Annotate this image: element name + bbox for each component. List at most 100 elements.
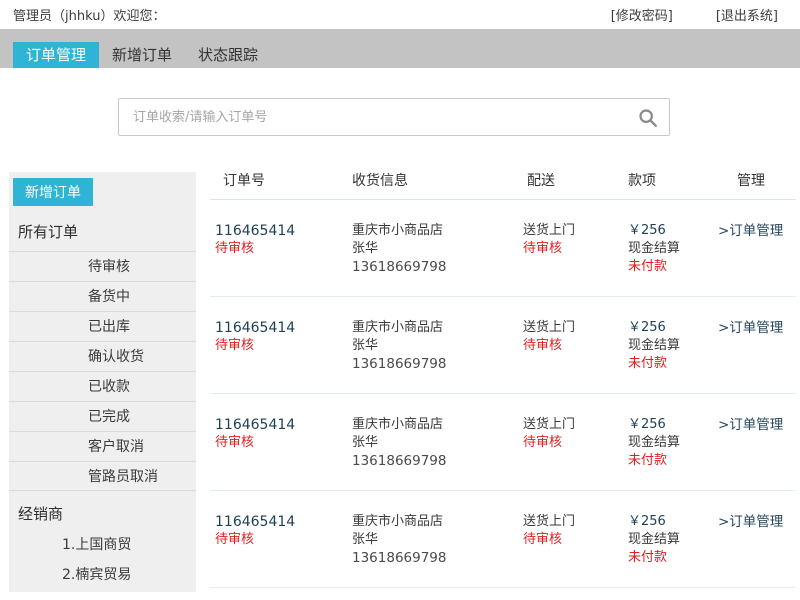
order-status-list: 待审核 备货中 已出库 确认收货 已收款 已完成 客户取消 管路员取消 (9, 251, 196, 491)
delivery-method: 送货上门 (523, 513, 620, 531)
tab-bar: 订单管理 新增订单 状态跟踪 (0, 29, 800, 68)
header-shipping-info: 收货信息 (347, 170, 518, 199)
contact-name: 张华 (352, 531, 518, 549)
dealers-heading: 经销商 (18, 503, 196, 524)
delivery-cell: 送货上门 待审核 (518, 513, 620, 587)
delivery-cell: 送货上门 待审核 (518, 416, 620, 490)
change-password-link[interactable]: [修改密码] (611, 5, 673, 24)
sidebar: 新增订单 所有订单 待审核 备货中 已出库 确认收货 已收款 已完成 客户取消 … (9, 172, 196, 592)
status-item-admin-cancelled[interactable]: 管路员取消 (9, 461, 196, 491)
payment-status-badge: 未付款 (628, 355, 710, 373)
order-number: 116465414 (215, 319, 347, 337)
payment-method: 现金结算 (628, 337, 710, 355)
payment-cell: ￥256 现金结算 未付款 (620, 513, 710, 587)
order-number-cell: 116465414 待审核 (210, 416, 347, 490)
dealer-item-2[interactable]: 2.楠宾贸易 (9, 560, 196, 590)
order-number: 116465414 (215, 416, 347, 434)
payment-cell: ￥256 现金结算 未付款 (620, 416, 710, 490)
order-amount: ￥256 (628, 513, 710, 531)
top-bar: 管理员（jhhku）欢迎您： [修改密码] [退出系统] (0, 0, 800, 29)
delivery-status-badge: 待审核 (523, 531, 620, 549)
shipping-info-cell: 重庆市小商品店 张华 13618669798 (347, 416, 518, 490)
search-box (118, 98, 670, 136)
delivery-status-badge: 待审核 (523, 434, 620, 452)
manage-order-link[interactable]: >订单管理 (718, 514, 783, 530)
manage-cell: >订单管理 (710, 416, 796, 490)
tab-new-order[interactable]: 新增订单 (99, 42, 185, 68)
delivery-status-badge: 待审核 (523, 337, 620, 355)
shop-name: 重庆市小商品店 (352, 513, 518, 531)
header-order-number: 订单号 (210, 170, 347, 199)
shipping-info-cell: 重庆市小商品店 张华 13618669798 (347, 319, 518, 393)
order-number-cell: 116465414 待审核 (210, 513, 347, 587)
status-item-customer-cancelled[interactable]: 客户取消 (9, 431, 196, 461)
order-number: 116465414 (215, 513, 347, 531)
dealer-list: 1.上国商贸 2.楠宾贸易 (9, 530, 196, 590)
manage-cell: >订单管理 (710, 319, 796, 393)
tab-status-tracking[interactable]: 状态跟踪 (185, 42, 271, 68)
table-row: 116465414 待审核 重庆市小商品店 张华 13618669798 送货上… (210, 297, 796, 394)
contact-name: 张华 (352, 240, 518, 258)
header-payment: 款项 (620, 170, 710, 199)
order-status-badge: 待审核 (215, 240, 347, 258)
delivery-cell: 送货上门 待审核 (518, 319, 620, 393)
header-delivery: 配送 (518, 170, 620, 199)
manage-cell: >订单管理 (710, 513, 796, 587)
search-icon[interactable] (637, 107, 659, 129)
tab-order-management[interactable]: 订单管理 (13, 42, 99, 68)
phone-number: 13618669798 (352, 258, 518, 276)
payment-status-badge: 未付款 (628, 452, 710, 470)
order-status-badge: 待审核 (215, 337, 347, 355)
status-item-preparing[interactable]: 备货中 (9, 281, 196, 311)
delivery-cell: 送货上门 待审核 (518, 222, 620, 296)
manage-order-link[interactable]: >订单管理 (718, 417, 783, 433)
all-orders-filter[interactable]: 所有订单 (18, 221, 196, 242)
phone-number: 13618669798 (352, 452, 518, 470)
table-row: 116465414 待审核 重庆市小商品店 张华 13618669798 送货上… (210, 491, 796, 588)
delivery-method: 送货上门 (523, 319, 620, 337)
delivery-method: 送货上门 (523, 416, 620, 434)
shop-name: 重庆市小商品店 (352, 416, 518, 434)
logout-link[interactable]: [退出系统] (716, 5, 778, 24)
status-item-shipped[interactable]: 已出库 (9, 311, 196, 341)
contact-name: 张华 (352, 434, 518, 452)
payment-status-badge: 未付款 (628, 258, 710, 276)
delivery-method: 送货上门 (523, 222, 620, 240)
order-amount: ￥256 (628, 222, 710, 240)
search-input[interactable] (119, 99, 669, 135)
status-item-pending-review[interactable]: 待审核 (9, 251, 196, 281)
payment-status-badge: 未付款 (628, 549, 710, 567)
order-amount: ￥256 (628, 416, 710, 434)
table-row: 116465414 待审核 重庆市小商品店 张华 13618669798 送货上… (210, 394, 796, 491)
orders-table: 订单号 收货信息 配送 款项 管理 116465414 待审核 重庆市小商品店 … (210, 170, 796, 588)
order-status-badge: 待审核 (215, 531, 347, 549)
phone-number: 13618669798 (352, 549, 518, 567)
status-item-paid[interactable]: 已收款 (9, 371, 196, 401)
shipping-info-cell: 重庆市小商品店 张华 13618669798 (347, 513, 518, 587)
order-number-cell: 116465414 待审核 (210, 319, 347, 393)
header-manage: 管理 (710, 170, 796, 199)
manage-order-link[interactable]: >订单管理 (718, 223, 783, 239)
status-item-completed[interactable]: 已完成 (9, 401, 196, 431)
payment-method: 现金结算 (628, 434, 710, 452)
payment-method: 现金结算 (628, 531, 710, 549)
phone-number: 13618669798 (352, 355, 518, 373)
manage-order-link[interactable]: >订单管理 (718, 320, 783, 336)
order-amount: ￥256 (628, 319, 710, 337)
contact-name: 张华 (352, 337, 518, 355)
new-order-button[interactable]: 新增订单 (13, 178, 93, 206)
shop-name: 重庆市小商品店 (352, 319, 518, 337)
payment-cell: ￥256 现金结算 未付款 (620, 319, 710, 393)
table-body: 116465414 待审核 重庆市小商品店 张华 13618669798 送货上… (210, 200, 796, 588)
order-number: 116465414 (215, 222, 347, 240)
payment-cell: ￥256 现金结算 未付款 (620, 222, 710, 296)
table-header-row: 订单号 收货信息 配送 款项 管理 (210, 170, 796, 200)
dealer-item-1[interactable]: 1.上国商贸 (9, 530, 196, 560)
delivery-status-badge: 待审核 (523, 240, 620, 258)
status-item-confirm-receipt[interactable]: 确认收货 (9, 341, 196, 371)
order-status-badge: 待审核 (215, 434, 347, 452)
welcome-text: 管理员（jhhku）欢迎您： (13, 5, 165, 24)
table-row: 116465414 待审核 重庆市小商品店 张华 13618669798 送货上… (210, 200, 796, 297)
shop-name: 重庆市小商品店 (352, 222, 518, 240)
shipping-info-cell: 重庆市小商品店 张华 13618669798 (347, 222, 518, 296)
